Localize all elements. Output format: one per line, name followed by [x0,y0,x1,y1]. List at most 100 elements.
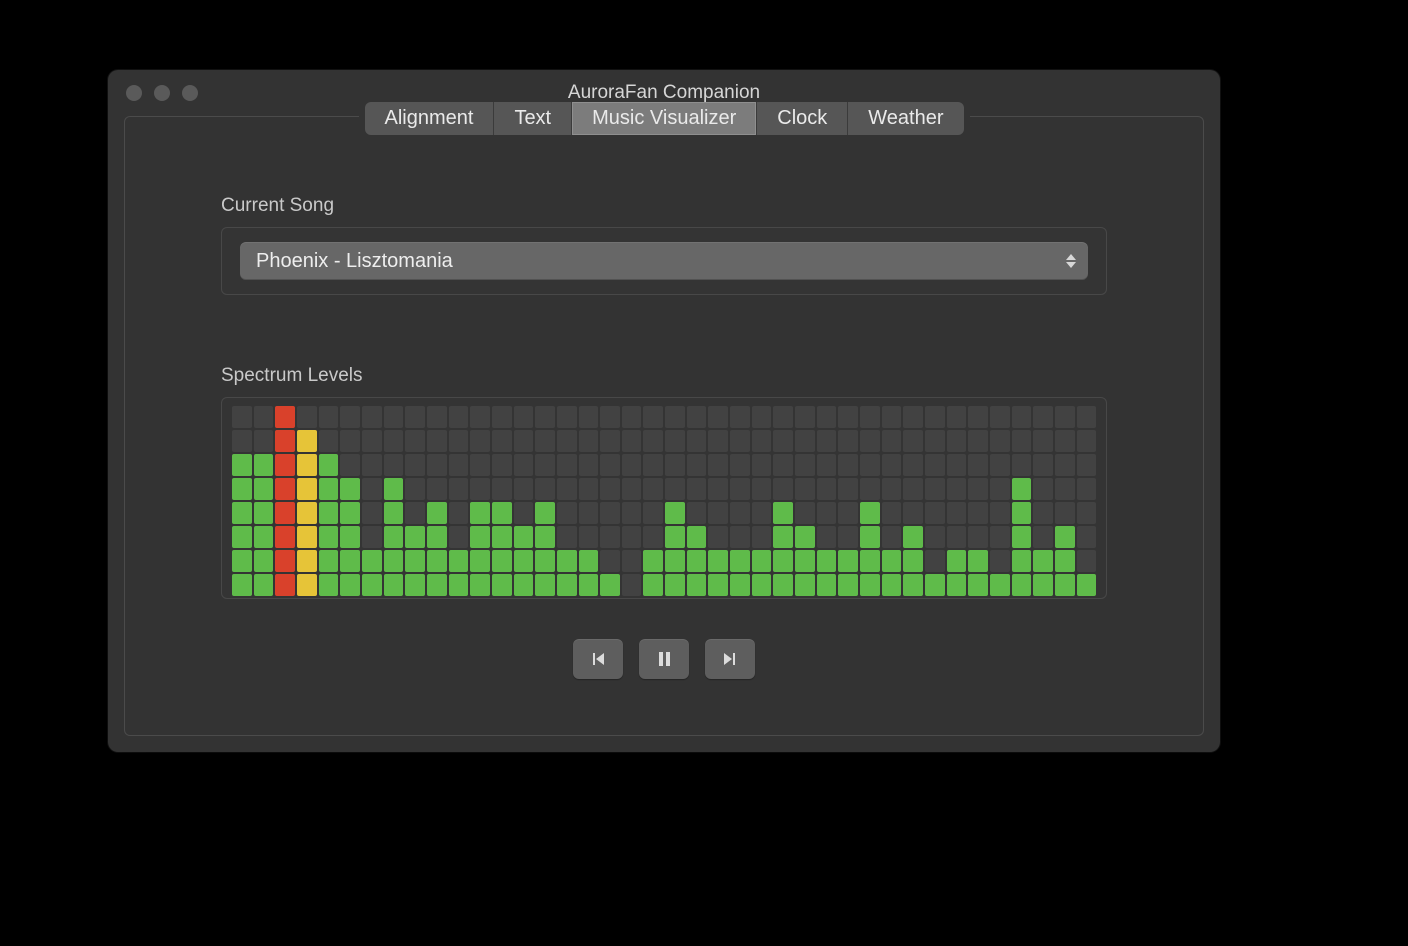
spectrum-segment [297,454,317,476]
spectrum-segment [665,430,685,452]
spectrum-segment [535,550,555,572]
current-song-select[interactable]: Phoenix - Lisztomania [240,242,1088,280]
spectrum-segment [947,550,967,572]
spectrum-segment [990,406,1010,428]
spectrum-segment [730,550,750,572]
tab-text[interactable]: Text [494,102,572,135]
spectrum-segment [882,430,902,452]
spectrum-segment [470,430,490,452]
tab-alignment[interactable]: Alignment [365,102,495,135]
minimize-window-button[interactable] [154,85,170,101]
spectrum-segment [990,550,1010,572]
tab-weather[interactable]: Weather [848,102,963,135]
spectrum-segment [492,406,512,428]
spectrum-segment [405,502,425,524]
spectrum-segment [514,430,534,452]
spectrum-segment [600,454,620,476]
spectrum-segment [579,478,599,500]
spectrum-segment [362,502,382,524]
spectrum-segment [622,574,642,596]
spectrum-segment [232,550,252,572]
spectrum-segment [449,454,469,476]
spectrum-bar [773,406,793,596]
spectrum-segment [752,526,772,548]
spectrum-segment [925,478,945,500]
spectrum-bar [752,406,772,596]
tab-clock[interactable]: Clock [757,102,848,135]
spectrum-segment [319,550,339,572]
spectrum-segment [990,574,1010,596]
spectrum-segment [579,550,599,572]
spectrum-segment [708,526,728,548]
spectrum-segment [557,406,577,428]
spectrum-segment [514,550,534,572]
tab-label: Alignment [385,107,474,129]
spectrum-segment [752,502,772,524]
spectrum-segment [1033,550,1053,572]
spectrum-segment [773,526,793,548]
spectrum-segment [340,550,360,572]
spectrum-segment [665,574,685,596]
spectrum-segment [470,454,490,476]
spectrum-segment [925,550,945,572]
spectrum-segment [232,526,252,548]
spectrum-segment [752,406,772,428]
tab-music-visualizer[interactable]: Music Visualizer [572,102,757,135]
spectrum-segment [622,526,642,548]
spectrum-segment [254,526,274,548]
spectrum-segment [903,574,923,596]
next-track-button[interactable] [705,639,755,679]
spectrum-segment [643,574,663,596]
spectrum-segment [254,502,274,524]
spectrum-segment [557,526,577,548]
spectrum-segment [579,574,599,596]
spectrum-segment [319,526,339,548]
spectrum-segment [600,502,620,524]
spectrum-segment [1033,526,1053,548]
spectrum-segment [1055,454,1075,476]
tab-label: Weather [868,107,943,129]
spectrum-segment [254,406,274,428]
spectrum-segment [773,430,793,452]
spectrum-bar [665,406,685,596]
spectrum-segment [449,406,469,428]
spectrum-segment [340,430,360,452]
spectrum-segment [340,502,360,524]
tab-label: Music Visualizer [592,107,736,129]
spectrum-segment [708,550,728,572]
spectrum-segment [449,550,469,572]
spectrum-segment [730,478,750,500]
spectrum-segment [708,478,728,500]
spectrum-segment [947,454,967,476]
spectrum-segment [838,454,858,476]
spectrum-segment [254,454,274,476]
previous-track-button[interactable] [573,639,623,679]
spectrum-segment [232,574,252,596]
spectrum-segment [643,454,663,476]
spectrum-segment [752,430,772,452]
spectrum-levels-label: Spectrum Levels [221,365,1107,387]
spectrum-bar [535,406,555,596]
pause-button[interactable] [639,639,689,679]
spectrum-segment [405,574,425,596]
spectrum-segment [1012,502,1032,524]
spectrum-segment [860,454,880,476]
spectrum-segment [752,574,772,596]
spectrum-segment [449,574,469,596]
spectrum-segment [362,574,382,596]
spectrum-segment [232,502,252,524]
spectrum-segment [427,502,447,524]
spectrum-segment [470,406,490,428]
spectrum-segment [643,550,663,572]
spectrum-segment [882,454,902,476]
tab-label: Clock [777,107,827,129]
spectrum-segment [1033,574,1053,596]
spectrum-segment [947,406,967,428]
zoom-window-button[interactable] [182,85,198,101]
spectrum-segment [860,502,880,524]
spectrum-segment [687,454,707,476]
spectrum-segment [1055,550,1075,572]
spectrum-segment [882,550,902,572]
spectrum-bar [254,406,274,596]
close-window-button[interactable] [126,85,142,101]
